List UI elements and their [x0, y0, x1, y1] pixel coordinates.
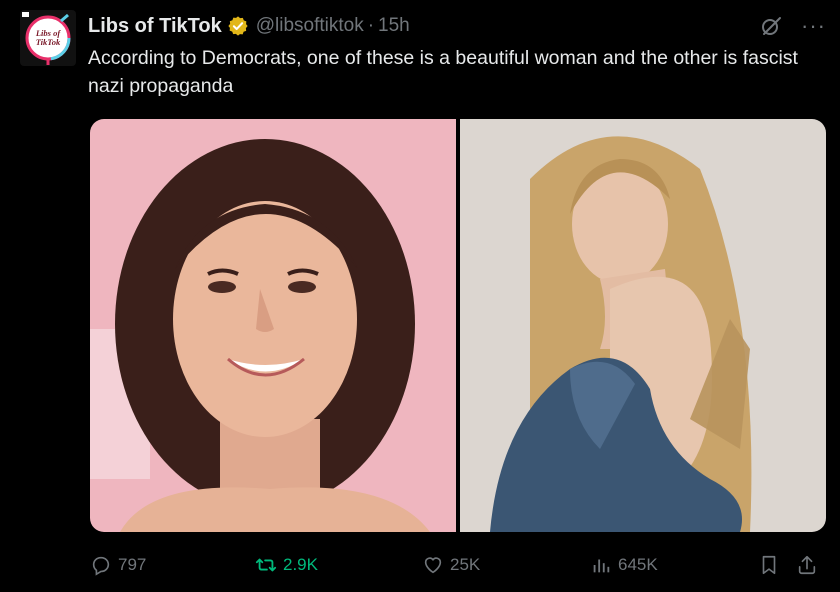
- heart-icon: [424, 557, 442, 574]
- avatar[interactable]: Libs of TikTok: [20, 10, 76, 66]
- reply-count: 797: [118, 555, 147, 574]
- tweet-actions: 797 2.9K 25K 645K: [90, 550, 826, 580]
- photo-left[interactable]: [90, 119, 456, 532]
- tweet-media[interactable]: [90, 119, 826, 532]
- views-icon: [593, 559, 610, 573]
- more-icon[interactable]: ···: [801, 13, 826, 39]
- bookmark-button[interactable]: [758, 554, 786, 576]
- portrait-left-image: [90, 119, 456, 532]
- author-handle[interactable]: @libsoftiktok: [256, 15, 364, 37]
- separator-dot: ·: [367, 15, 375, 36]
- portrait-right-image: [460, 119, 826, 532]
- grok-icon[interactable]: [759, 14, 783, 38]
- reply-button[interactable]: 797: [90, 554, 146, 576]
- bookmark-icon: [762, 555, 776, 575]
- svg-text:TikTok: TikTok: [36, 37, 61, 47]
- like-button[interactable]: 25K: [422, 554, 480, 576]
- share-button[interactable]: [796, 554, 824, 576]
- verified-badge-icon: [228, 16, 248, 36]
- reply-icon: [92, 556, 110, 576]
- retweet-count: 2.9K: [283, 555, 318, 574]
- share-icon: [798, 555, 816, 575]
- timestamp[interactable]: 15h: [378, 15, 410, 37]
- retweet-button[interactable]: 2.9K: [255, 554, 318, 576]
- tweet-text: According to Democrats, one of these is …: [88, 47, 798, 97]
- retweet-icon: [255, 558, 277, 572]
- like-count: 25K: [450, 555, 481, 574]
- view-count: 645K: [618, 555, 658, 574]
- libs-of-tiktok-logo: Libs of TikTok: [22, 12, 71, 65]
- photo-right[interactable]: [460, 119, 826, 532]
- tweet-header: Libs of TikTok @libsoftiktok · 15h ···: [88, 12, 826, 40]
- author-name[interactable]: Libs of TikTok: [88, 15, 222, 38]
- views-button[interactable]: 645K: [590, 554, 658, 576]
